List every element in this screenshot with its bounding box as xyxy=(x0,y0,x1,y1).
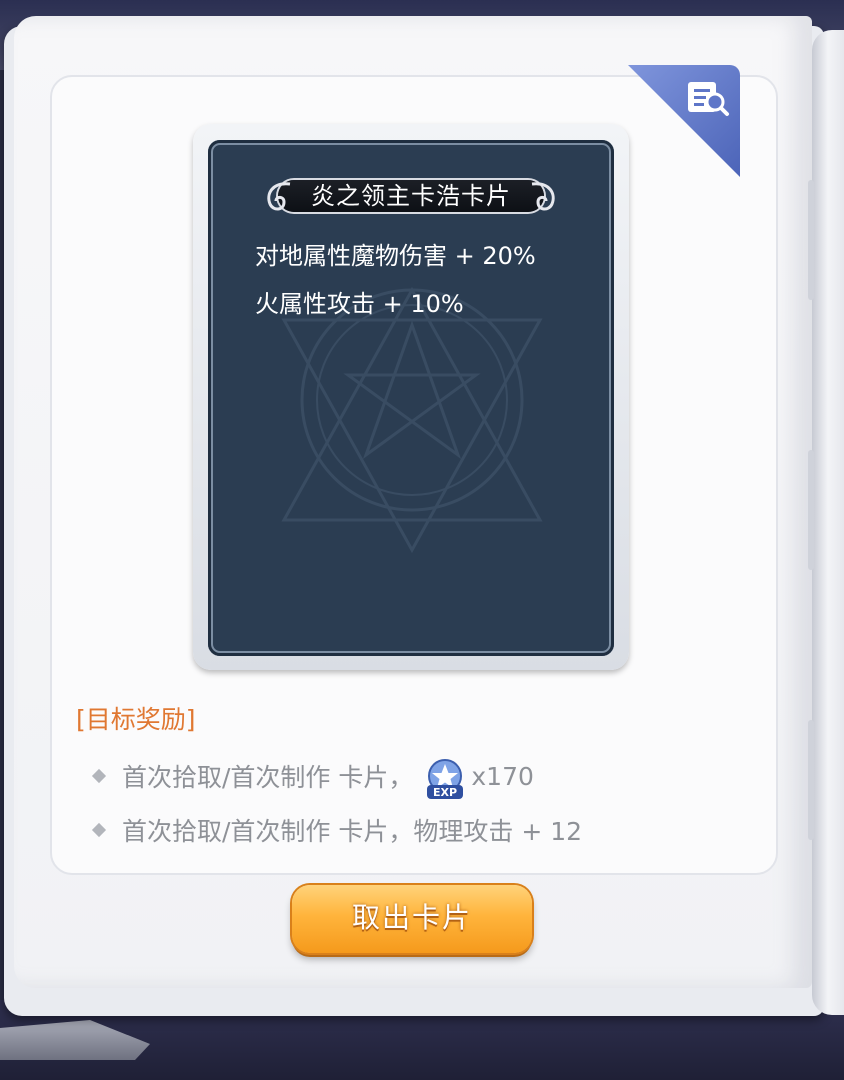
magic-circle-emblem xyxy=(281,286,543,554)
svg-text:EXP: EXP xyxy=(433,786,457,799)
page-edge-mark xyxy=(808,180,814,300)
card-title-banner: 炎之领主卡浩卡片 xyxy=(264,174,558,218)
reward-item-2: 首次拾取/首次制作 卡片，物理攻击 + 12 xyxy=(91,812,583,848)
reward-text: 首次拾取/首次制作 卡片， xyxy=(122,763,414,792)
bullet-diamond-icon xyxy=(91,822,107,838)
reward-item-1: 首次拾取/首次制作 卡片， EXP x170 xyxy=(91,754,534,799)
search-card-icon[interactable] xyxy=(686,78,730,118)
exp-icon: EXP xyxy=(427,759,464,799)
card-stat-2: 火属性攻击 + 10% xyxy=(255,290,464,318)
reward-text: 首次拾取/首次制作 卡片，物理攻击 + 12 xyxy=(122,817,583,846)
reward-exp-amount: x170 xyxy=(471,761,534,791)
book-right-page xyxy=(812,30,844,1015)
target-reward-header: [目标奖励] xyxy=(76,705,196,734)
bullet-diamond-icon xyxy=(91,768,107,784)
take-card-button[interactable]: 取出卡片 xyxy=(292,885,532,953)
page-edge-mark xyxy=(808,450,814,570)
card-name: 炎之领主卡浩卡片 xyxy=(311,182,511,210)
card-stat-1: 对地属性魔物伤害 + 20% xyxy=(255,242,536,270)
page-edge-mark xyxy=(808,720,814,840)
